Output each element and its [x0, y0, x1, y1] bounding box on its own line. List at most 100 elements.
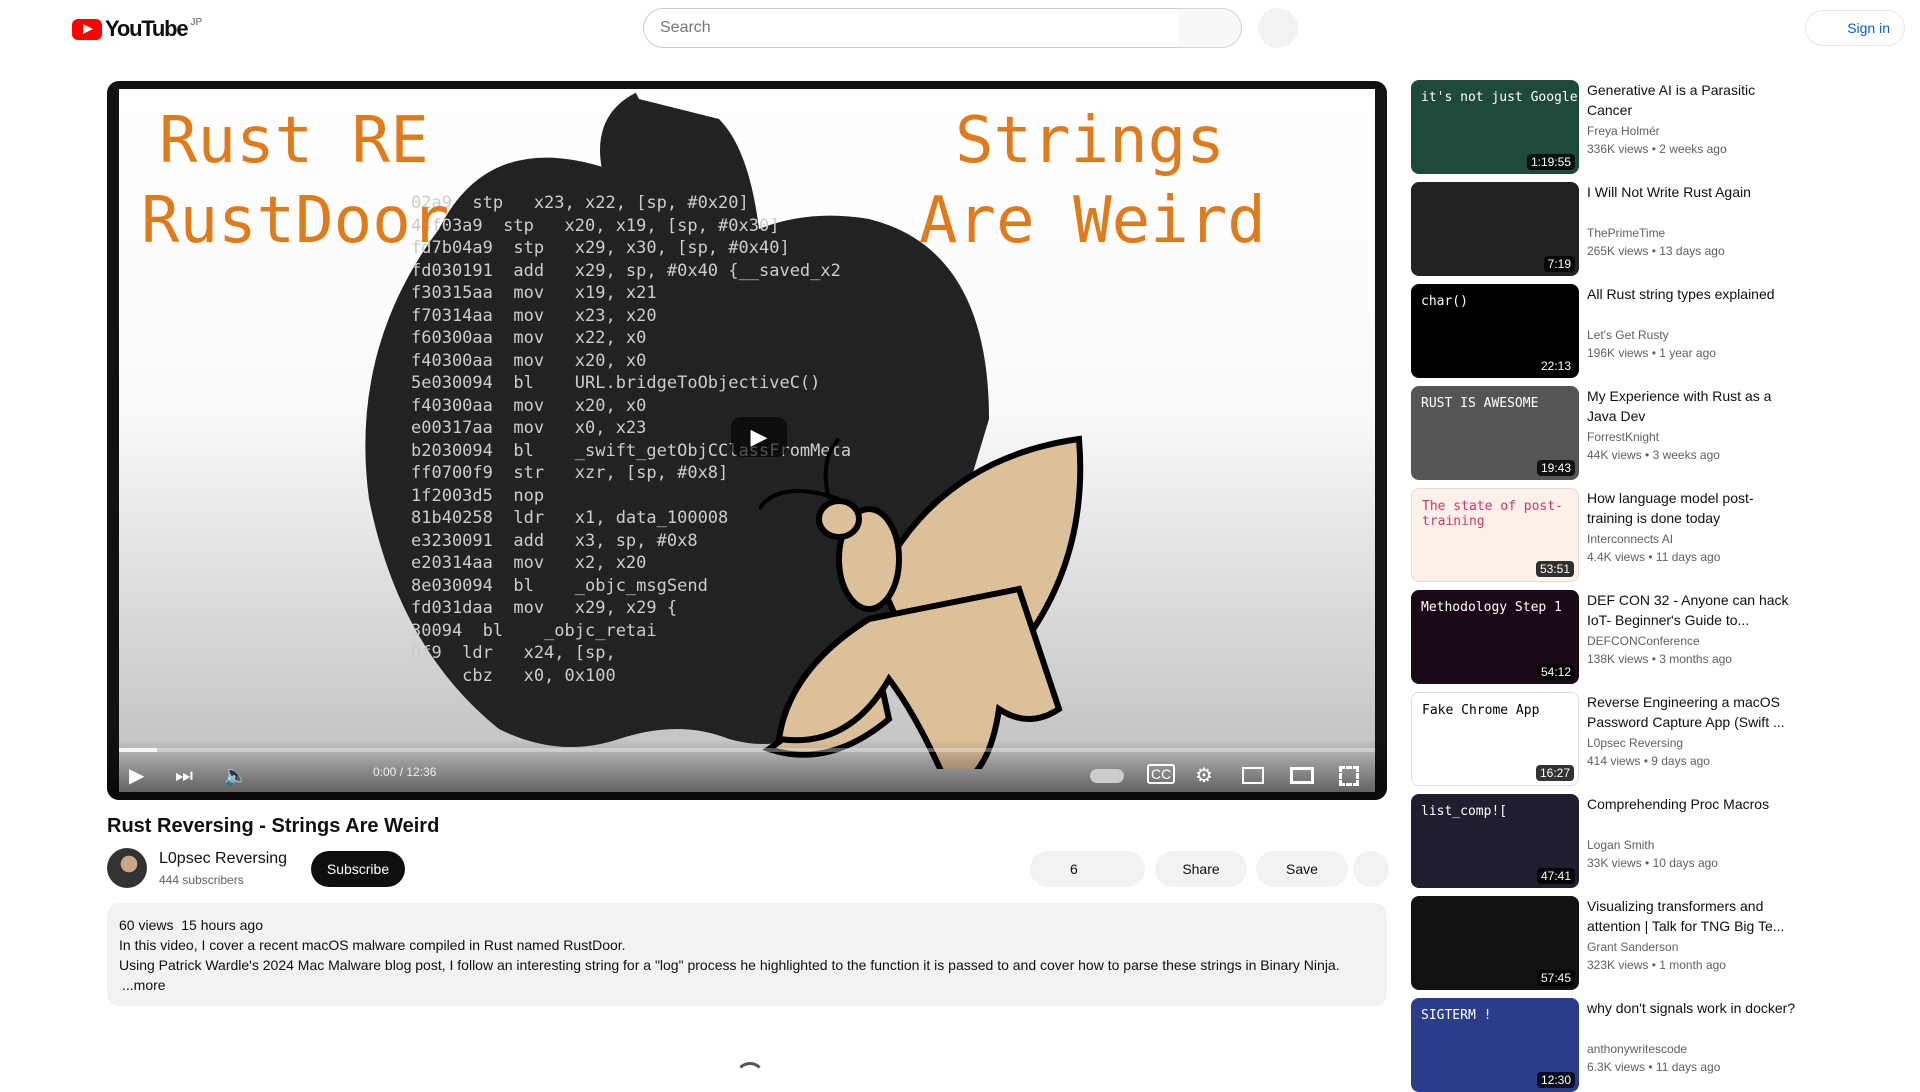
related-video-item[interactable]: 57:45 Visualizing transformers and atten… [1411, 896, 1801, 990]
video-thumbnail[interactable]: char() 22:13 [1411, 284, 1579, 378]
video-meta: 414 views • 9 days ago [1587, 754, 1710, 768]
moth-illustration [759, 435, 1084, 769]
related-video-item[interactable]: RUST IS AWESOME 19:43 My Experience with… [1411, 386, 1801, 480]
video-title[interactable]: why don't signals work in docker? [1587, 998, 1797, 1018]
miniplayer-icon[interactable] [1242, 767, 1264, 784]
loading-spinner [735, 1062, 765, 1092]
country-code: JP [190, 16, 203, 28]
related-video-item[interactable]: Methodology Step 1 54:12 DEF CON 32 - An… [1411, 590, 1801, 684]
thumbnail-text: list_comp![ [1421, 804, 1508, 819]
video-duration: 47:41 [1536, 868, 1575, 884]
video-meta: 33K views • 10 days ago [1587, 856, 1718, 870]
description-box[interactable]: 60 views 15 hours ago In this video, I c… [107, 903, 1387, 1006]
description-line: In this video, I cover a recent macOS ma… [119, 937, 626, 953]
video-title[interactable]: My Experience with Rust as a Java Dev [1587, 386, 1797, 426]
description-meta: 60 views 15 hours ago [119, 917, 263, 933]
video-title[interactable]: Comprehending Proc Macros [1587, 794, 1797, 814]
more-actions-button[interactable] [1353, 851, 1389, 887]
video-meta: 336K views • 2 weeks ago [1587, 142, 1727, 156]
related-video-item[interactable]: it's not just Google 1:19:55 Generative … [1411, 80, 1801, 174]
channel-name[interactable]: Let's Get Rusty [1587, 328, 1669, 342]
save-button[interactable]: Save [1256, 851, 1348, 887]
autoplay-toggle[interactable] [1090, 769, 1124, 783]
video-thumbnail[interactable]: The state of post-training 53:51 [1411, 488, 1579, 582]
settings-gear-icon[interactable]: ⚙ [1195, 764, 1213, 788]
video-thumbnail[interactable]: RUST IS AWESOME 19:43 [1411, 386, 1579, 480]
related-video-item[interactable]: char() 22:13 All Rust string types expla… [1411, 284, 1801, 378]
volume-icon[interactable]: 🔈 [223, 764, 248, 788]
channel-name[interactable]: ThePrimeTime [1587, 226, 1665, 240]
sign-in-button[interactable]: Sign in [1805, 10, 1905, 46]
description-line: Using Patrick Wardle's 2024 Mac Malware … [119, 957, 1340, 973]
video-duration: 16:27 [1535, 765, 1574, 781]
related-video-item[interactable]: SIGTERM ! 12:30 why don't signals work i… [1411, 998, 1801, 1092]
video-meta: 44K views • 3 weeks ago [1587, 448, 1720, 462]
thumbnail-text: Methodology Step 1 [1421, 600, 1562, 615]
thumb-text: Strings [955, 104, 1225, 178]
show-more-link[interactable]: ...more [119, 975, 1375, 995]
related-video-item[interactable]: Fake Chrome App 16:27 Reverse Engineerin… [1411, 692, 1801, 786]
video-duration: 22:13 [1536, 358, 1575, 374]
video-meta: 196K views • 1 year ago [1587, 346, 1716, 360]
theater-mode-icon[interactable] [1290, 767, 1314, 784]
next-icon[interactable]: ⏭ [175, 764, 193, 788]
channel-name[interactable]: L0psec Reversing [159, 850, 287, 868]
play-overlay-button[interactable]: ▶ [731, 417, 787, 457]
video-thumbnail[interactable]: SIGTERM ! 12:30 [1411, 998, 1579, 1092]
fullscreen-icon[interactable] [1339, 766, 1359, 786]
time-display: 0:00 / 12:36 [373, 765, 437, 779]
video-title[interactable]: How language model post-training is done… [1587, 488, 1797, 528]
search-button[interactable] [1178, 8, 1242, 48]
video-title[interactable]: Visualizing transformers and attention |… [1587, 896, 1797, 936]
logo-text: YouTube [105, 16, 189, 41]
video-thumbnail[interactable]: Fake Chrome App 16:27 [1411, 692, 1579, 786]
video-duration: 12:30 [1536, 1072, 1575, 1088]
video-thumbnail[interactable]: Methodology Step 1 54:12 [1411, 590, 1579, 684]
video-thumbnail[interactable]: list_comp![ 47:41 [1411, 794, 1579, 888]
channel-name[interactable]: DEFCONConference [1587, 634, 1700, 648]
video-frame[interactable]: 02a9 stp x23, x22, [sp, #0x20] 44f03a9 s… [119, 89, 1375, 792]
thumbnail-text: RUST IS AWESOME [1421, 396, 1539, 411]
progress-bar[interactable] [119, 748, 1375, 752]
video-meta: 4.4K views • 11 days ago [1587, 550, 1721, 564]
channel-name[interactable]: Logan Smith [1587, 838, 1654, 852]
channel-name[interactable]: L0psec Reversing [1587, 736, 1683, 750]
channel-name[interactable]: Grant Sanderson [1587, 940, 1678, 954]
video-title: Rust Reversing - Strings Are Weird [107, 815, 440, 837]
youtube-logo[interactable]: YouTube JP [72, 16, 202, 42]
video-thumbnail[interactable]: 7:19 [1411, 182, 1579, 276]
subscribe-button[interactable]: Subscribe [311, 851, 405, 887]
related-video-item[interactable]: list_comp![ 47:41 Comprehending Proc Mac… [1411, 794, 1801, 888]
related-video-item[interactable]: The state of post-training 53:51 How lan… [1411, 488, 1801, 582]
thumbnail-text: SIGTERM ! [1421, 1008, 1492, 1023]
video-title[interactable]: Reverse Engineering a macOS Password Cap… [1587, 692, 1797, 732]
play-icon[interactable]: ▶ [129, 764, 144, 788]
video-title[interactable]: Generative AI is a Parasitic Cancer [1587, 80, 1797, 120]
channel-avatar[interactable] [107, 848, 147, 888]
video-meta: 323K views • 1 month ago [1587, 958, 1726, 972]
video-title[interactable]: DEF CON 32 - Anyone can hack IoT- Beginn… [1587, 590, 1797, 630]
like-button[interactable]: 6 [1030, 851, 1145, 887]
video-duration: 54:12 [1536, 664, 1575, 680]
channel-name[interactable]: anthonywritescode [1587, 1042, 1687, 1056]
video-player[interactable]: 02a9 stp x23, x22, [sp, #0x20] 44f03a9 s… [107, 81, 1387, 800]
like-count: 6 [1070, 861, 1078, 877]
channel-name[interactable]: ForrestKnight [1587, 430, 1659, 444]
video-title[interactable]: All Rust string types explained [1587, 284, 1797, 304]
video-thumbnail[interactable]: 57:45 [1411, 896, 1579, 990]
subscriber-count: 444 subscribers [159, 873, 244, 887]
share-button[interactable]: Share [1155, 851, 1247, 887]
voice-search-button[interactable] [1258, 8, 1298, 48]
channel-name[interactable]: Freya Holmér [1587, 124, 1660, 138]
channel-name[interactable]: Interconnects AI [1587, 532, 1673, 546]
video-meta: 6.3K views • 11 days ago [1587, 1060, 1721, 1074]
video-meta: 265K views • 13 days ago [1587, 244, 1725, 258]
video-title[interactable]: I Will Not Write Rust Again [1587, 182, 1797, 202]
thumb-text: RustDoor [141, 184, 450, 258]
related-video-item[interactable]: 7:19 I Will Not Write Rust Again ThePrim… [1411, 182, 1801, 276]
captions-icon[interactable]: CC [1147, 764, 1176, 784]
thumbnail-text: it's not just Google [1421, 90, 1578, 105]
player-controls: ▶ ⏭ 🔈 0:00 / 12:36 CC ⚙ [107, 740, 1387, 800]
video-thumbnail[interactable]: it's not just Google 1:19:55 [1411, 80, 1579, 174]
search-input[interactable] [643, 8, 1179, 48]
